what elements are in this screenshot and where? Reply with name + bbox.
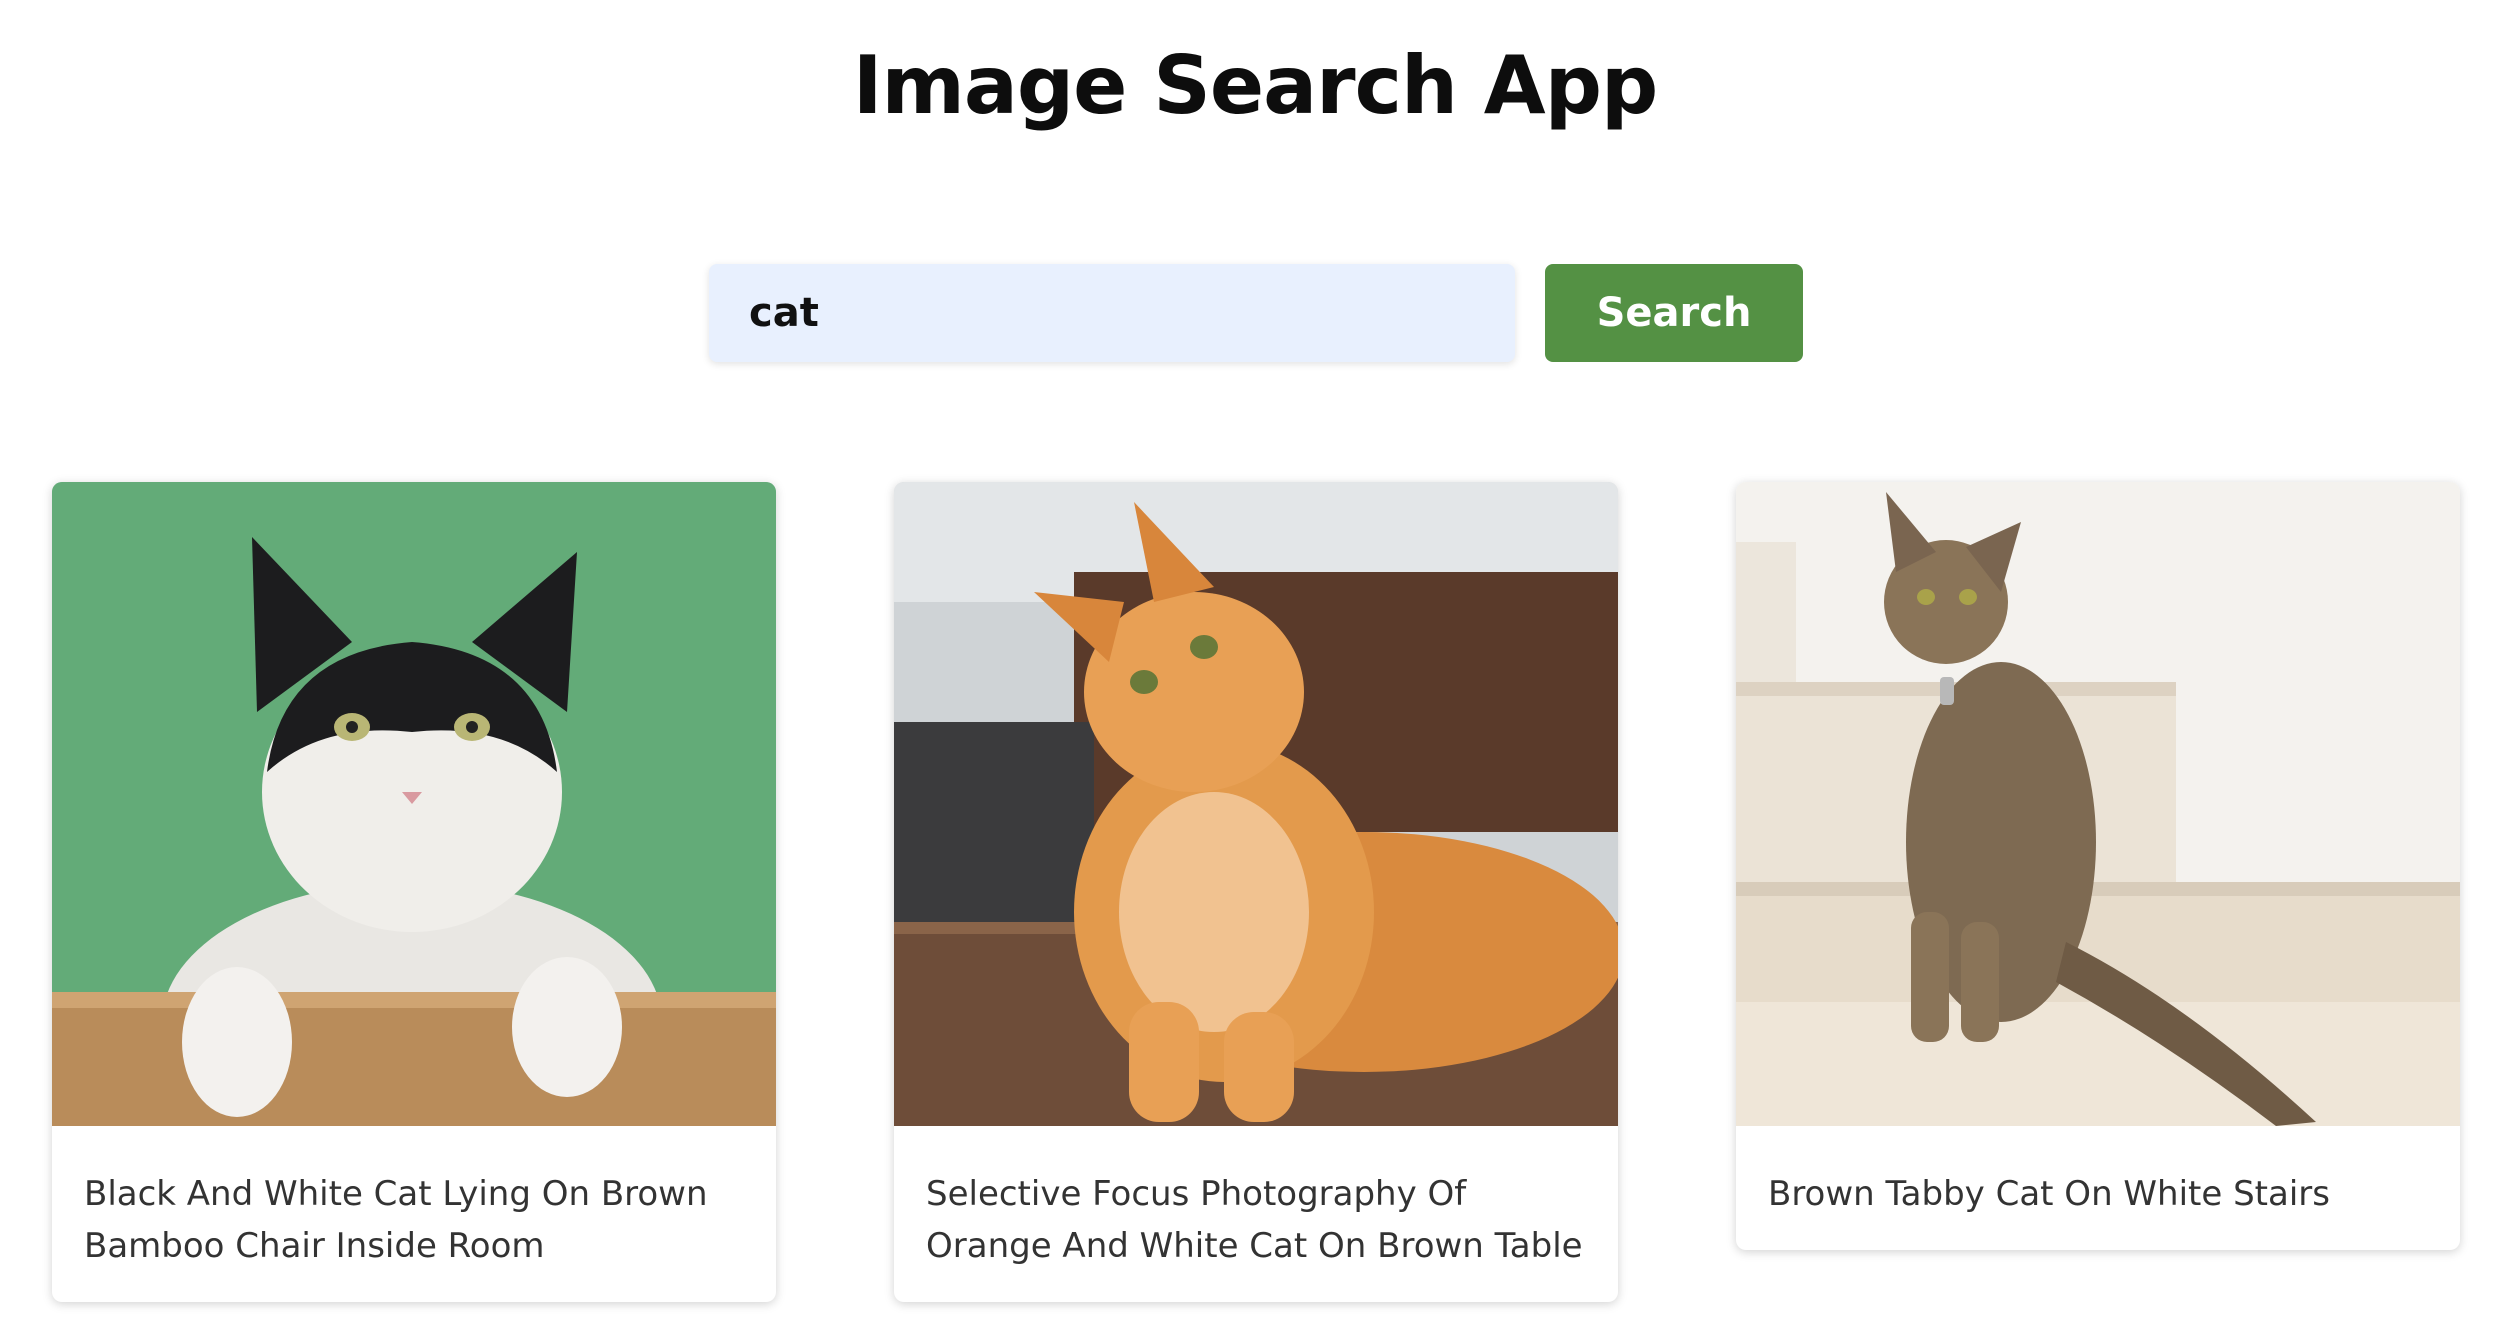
result-image[interactable]: [52, 482, 776, 1126]
result-card[interactable]: Black And White Cat Lying On Brown Bambo…: [52, 482, 776, 1302]
page-title: Image Search App: [852, 39, 1658, 132]
result-caption: Brown Tabby Cat On White Stairs: [1768, 1174, 2330, 1214]
search-button[interactable]: Search: [1545, 264, 1803, 362]
result-caption: Black And White Cat Lying On Brown Bambo…: [84, 1174, 708, 1266]
result-card[interactable]: Selective Focus Photography Of Orange An…: [894, 482, 1618, 1302]
result-caption: Selective Focus Photography Of Orange An…: [926, 1174, 1583, 1266]
result-image[interactable]: [1736, 482, 2460, 1126]
result-image[interactable]: [894, 482, 1618, 1126]
page: Image Search App Search: [0, 0, 2510, 1344]
search-bar: Search: [709, 264, 1803, 362]
result-card[interactable]: Brown Tabby Cat On White Stairs: [1736, 482, 2460, 1250]
results-grid: Black And White Cat Lying On Brown Bambo…: [52, 482, 2460, 1302]
search-input[interactable]: [709, 264, 1515, 362]
